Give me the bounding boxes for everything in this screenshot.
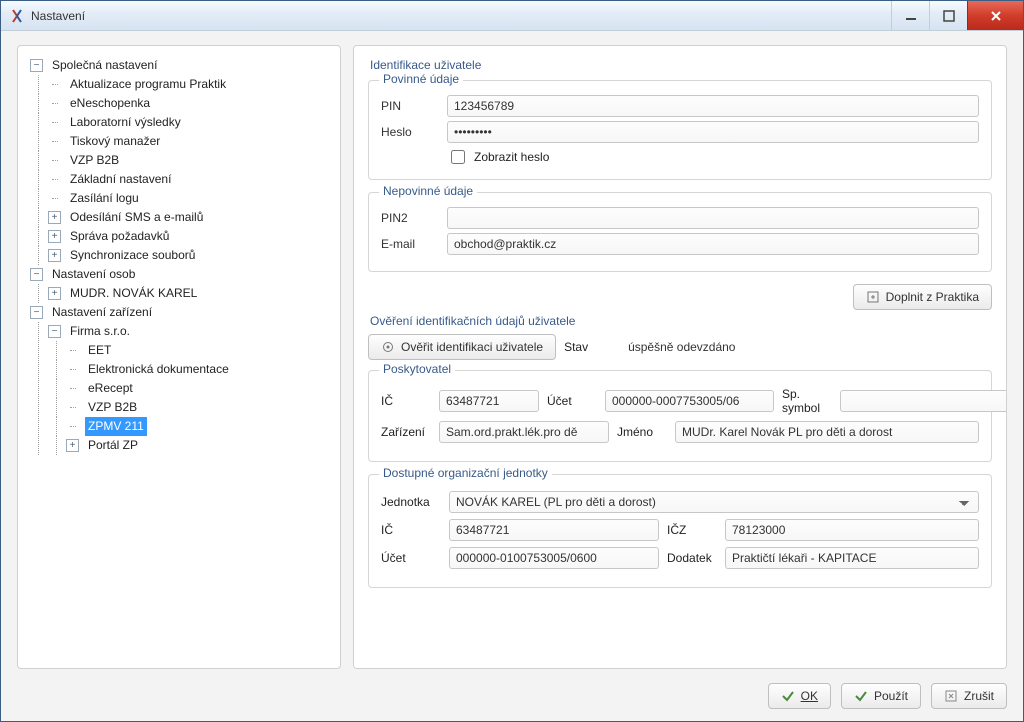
close-button[interactable] bbox=[967, 1, 1023, 30]
label-zarizeni: Zařízení bbox=[381, 425, 431, 439]
apply-button[interactable]: Použít bbox=[841, 683, 921, 709]
section-ident: Identifikace uživatele bbox=[370, 58, 992, 72]
provider-account-input[interactable] bbox=[605, 390, 774, 412]
password-input[interactable] bbox=[447, 121, 979, 143]
window-title: Nastavení bbox=[31, 9, 85, 23]
group-nepovinne: Nepovinné údaje PIN2 E-mail bbox=[368, 192, 992, 272]
maximize-button[interactable] bbox=[929, 1, 967, 30]
tree-expand-icon[interactable]: + bbox=[48, 211, 61, 224]
provider-ic-input[interactable] bbox=[439, 390, 539, 412]
tree-node-devices[interactable]: Nastavení zařízení bbox=[49, 303, 155, 322]
label-pin: PIN bbox=[381, 99, 437, 113]
tree-node[interactable]: Aktualizace programu Praktik bbox=[67, 75, 229, 94]
tree-node[interactable]: VZP B2B bbox=[85, 398, 140, 417]
tree-expand-icon[interactable]: + bbox=[48, 287, 61, 300]
legend-nepovinne: Nepovinné údaje bbox=[379, 184, 477, 198]
tree-node[interactable]: EET bbox=[85, 341, 114, 360]
tree-node[interactable]: Základní nastavení bbox=[67, 170, 174, 189]
tree-node[interactable]: Správa požadavků bbox=[67, 227, 172, 246]
label-ucet: Účet bbox=[547, 394, 597, 408]
cancel-icon bbox=[944, 689, 958, 703]
tree-node[interactable]: Laboratorní výsledky bbox=[67, 113, 184, 132]
unit-select[interactable]: NOVÁK KAREL (PL pro děti a dorost) bbox=[449, 491, 979, 513]
check-icon bbox=[781, 689, 795, 703]
tree-expand-icon[interactable]: + bbox=[66, 439, 79, 452]
legend-povinne: Povinné údaje bbox=[379, 72, 463, 86]
tree-node-selected[interactable]: ZPMV 211 bbox=[85, 417, 147, 436]
settings-window: Nastavení −Společná nastavení bbox=[0, 0, 1024, 722]
tree-node[interactable]: Zasílání logu bbox=[67, 189, 142, 208]
unit-account-input[interactable] bbox=[449, 547, 659, 569]
section-overeni: Ověření identifikačních údajů uživatele bbox=[370, 314, 992, 328]
cancel-button[interactable]: Zrušit bbox=[931, 683, 1007, 709]
import-icon bbox=[866, 290, 880, 304]
tree-collapse-icon[interactable]: − bbox=[48, 325, 61, 338]
verify-identity-button[interactable]: Ověřit identifikaci uživatele bbox=[368, 334, 556, 360]
tree-node[interactable]: Odesílání SMS a e-mailů bbox=[67, 208, 206, 227]
app-icon bbox=[9, 8, 25, 24]
window-controls bbox=[891, 1, 1023, 30]
dialog-buttons: OK Použít Zrušit bbox=[17, 679, 1007, 709]
unit-suffix-input[interactable] bbox=[725, 547, 979, 569]
label-dodatek: Dodatek bbox=[667, 551, 717, 565]
provider-sp-input[interactable] bbox=[840, 390, 1007, 412]
provider-device-input[interactable] bbox=[439, 421, 609, 443]
tree-node[interactable]: Elektronická dokumentace bbox=[85, 360, 232, 379]
show-password-label: Zobrazit heslo bbox=[474, 150, 549, 164]
tree-collapse-icon[interactable]: − bbox=[30, 306, 43, 319]
label-stav: Stav bbox=[564, 340, 614, 354]
content-panel: Identifikace uživatele Povinné údaje PIN… bbox=[353, 45, 1007, 669]
titlebar: Nastavení bbox=[1, 1, 1023, 31]
tree-expand-icon[interactable]: + bbox=[48, 230, 61, 243]
email-input[interactable] bbox=[447, 233, 979, 255]
fill-from-praktik-button[interactable]: Doplnit z Praktika bbox=[853, 284, 992, 310]
tree-node[interactable]: Portál ZP bbox=[85, 436, 141, 455]
label-unit-ucet: Účet bbox=[381, 551, 441, 565]
tree-node-company[interactable]: Firma s.r.o. bbox=[67, 322, 133, 341]
label-pin2: PIN2 bbox=[381, 211, 437, 225]
gear-icon bbox=[381, 340, 395, 354]
tree-node-persons[interactable]: Nastavení osob bbox=[49, 265, 138, 284]
tree-node[interactable]: VZP B2B bbox=[67, 151, 122, 170]
tree-node[interactable]: Tiskový manažer bbox=[67, 132, 163, 151]
pin2-input[interactable] bbox=[447, 207, 979, 229]
minimize-button[interactable] bbox=[891, 1, 929, 30]
label-icz: IČZ bbox=[667, 523, 717, 537]
tree-collapse-icon[interactable]: − bbox=[30, 59, 43, 72]
ok-button[interactable]: OK bbox=[768, 683, 831, 709]
group-jednotky: Dostupné organizační jednotky Jednotka N… bbox=[368, 474, 992, 588]
label-unit-ic: IČ bbox=[381, 523, 441, 537]
pin-input[interactable] bbox=[447, 95, 979, 117]
label-ic: IČ bbox=[381, 394, 431, 408]
check-icon bbox=[854, 689, 868, 703]
tree-node[interactable]: eNeschopenka bbox=[67, 94, 153, 113]
label-email: E-mail bbox=[381, 237, 437, 251]
status-value: úspěšně odevzdáno bbox=[622, 340, 735, 354]
label-sp: Sp. symbol bbox=[782, 387, 832, 415]
label-heslo: Heslo bbox=[381, 125, 437, 139]
nav-tree-panel: −Společná nastavení Aktualizace programu… bbox=[17, 45, 341, 669]
group-povinne: Povinné údaje PIN Heslo Zobrazit heslo bbox=[368, 80, 992, 180]
unit-ic-input[interactable] bbox=[449, 519, 659, 541]
client-area: −Společná nastavení Aktualizace programu… bbox=[1, 31, 1023, 721]
show-password-checkbox[interactable]: Zobrazit heslo bbox=[447, 147, 979, 167]
tree-node-common[interactable]: Společná nastavení bbox=[49, 56, 160, 75]
label-jmeno: Jméno bbox=[617, 425, 667, 439]
tree-node[interactable]: MUDR. NOVÁK KAREL bbox=[67, 284, 200, 303]
tree-expand-icon[interactable]: + bbox=[48, 249, 61, 262]
tree-node[interactable]: Synchronizace souborů bbox=[67, 246, 198, 265]
unit-icz-input[interactable] bbox=[725, 519, 979, 541]
legend-poskytovatel: Poskytovatel bbox=[379, 362, 455, 376]
label-jednotka: Jednotka bbox=[381, 495, 441, 509]
show-password-box[interactable] bbox=[451, 150, 465, 164]
group-poskytovatel: Poskytovatel IČ Účet Sp. symbol Zařízení… bbox=[368, 370, 992, 462]
legend-jednotky: Dostupné organizační jednotky bbox=[379, 466, 552, 480]
nav-tree[interactable]: −Společná nastavení Aktualizace programu… bbox=[26, 56, 332, 455]
provider-name-input[interactable] bbox=[675, 421, 979, 443]
tree-collapse-icon[interactable]: − bbox=[30, 268, 43, 281]
tree-node[interactable]: eRecept bbox=[85, 379, 136, 398]
